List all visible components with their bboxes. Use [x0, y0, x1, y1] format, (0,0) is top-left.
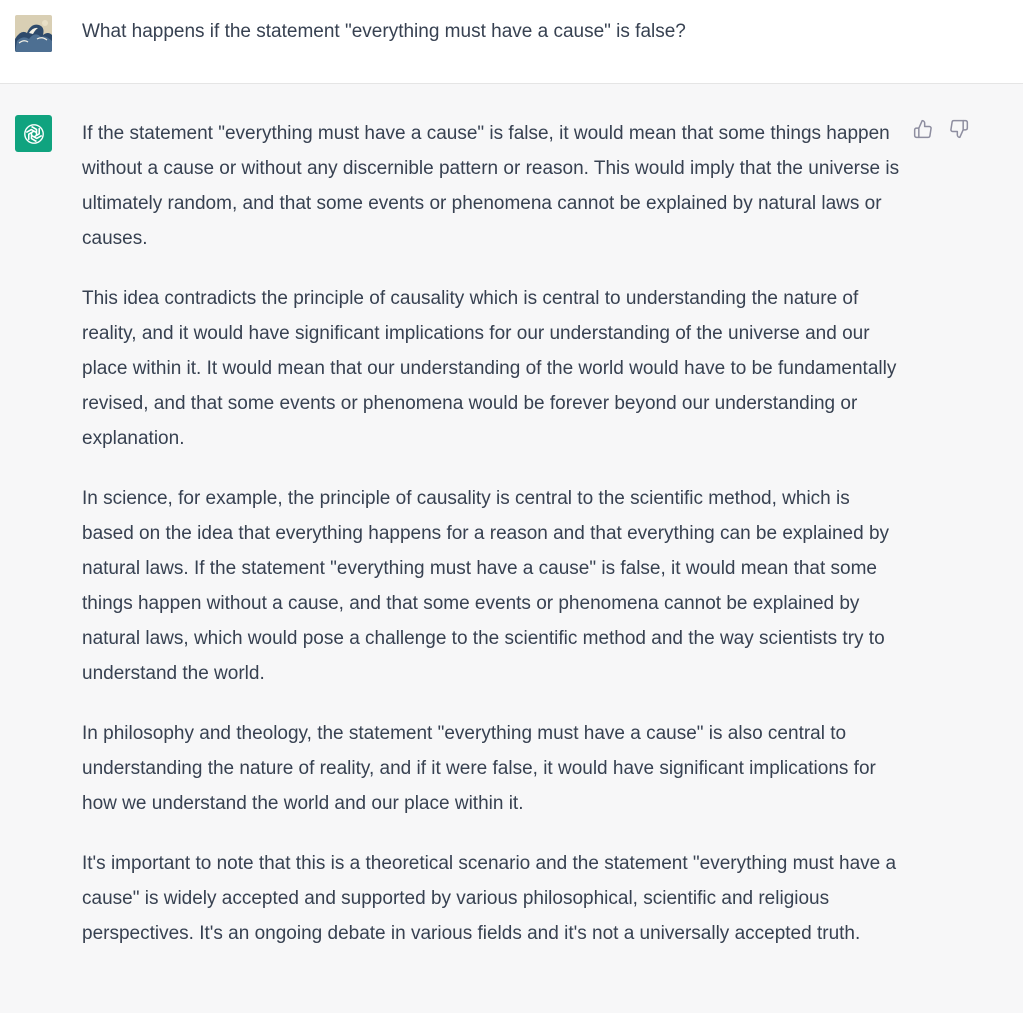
assistant-message-text: If the statement "everything must have a… [82, 116, 904, 976]
thumbs-down-icon [950, 119, 969, 139]
feedback-buttons [911, 117, 971, 141]
user-message-row: What happens if the statement "everythin… [0, 0, 1023, 84]
answer-paragraph: In philosophy and theology, the statemen… [82, 723, 876, 814]
user-avatar-icon [15, 15, 52, 52]
thumbs-up-button[interactable] [911, 117, 935, 141]
user-message-text: What happens if the statement "everythin… [82, 21, 686, 42]
thumbs-up-icon [913, 119, 932, 139]
answer-paragraph: This idea contradicts the principle of c… [82, 288, 897, 449]
assistant-message-row: If the statement "everything must have a… [0, 84, 1023, 1013]
answer-paragraph: In science, for example, the principle o… [82, 488, 890, 684]
openai-logo-icon [15, 115, 52, 152]
answer-paragraph: If the statement "everything must have a… [82, 123, 900, 249]
thumbs-down-button[interactable] [947, 117, 971, 141]
answer-paragraph: It's important to note that this is a th… [82, 853, 897, 944]
